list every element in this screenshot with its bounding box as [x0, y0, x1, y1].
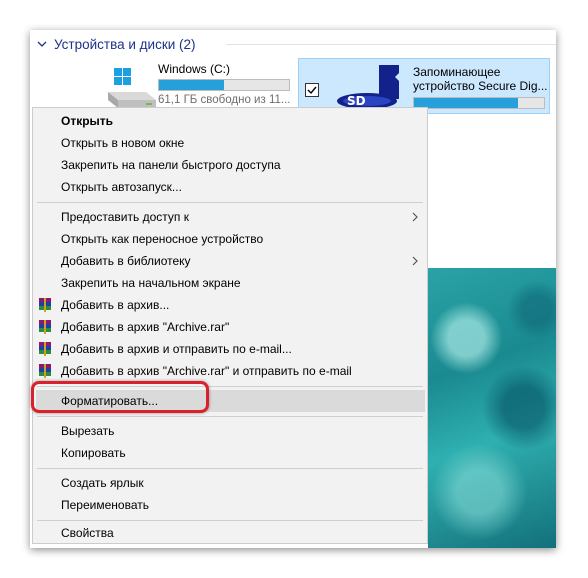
format-highlight-ring	[31, 381, 209, 413]
svg-text:SD: SD	[347, 94, 366, 108]
menu-item-label: Копировать	[61, 446, 126, 460]
drive-c-usage-fill	[159, 80, 224, 90]
drive-sd[interactable]: SD Запоминающее устройство Secure Dig...	[298, 58, 550, 114]
menu-item-label: Открыть автозапуск...	[61, 180, 182, 194]
chevron-down-icon	[37, 41, 47, 47]
hard-drive-icon	[108, 68, 156, 108]
menu-separator	[37, 468, 423, 469]
menu-item-label: Добавить в архив "Archive.rar"	[61, 320, 230, 334]
menu-item-rar-add[interactable]: Добавить в архив...	[33, 294, 427, 316]
menu-item-rar-add-named-email[interactable]: Добавить в архив "Archive.rar" и отправи…	[33, 360, 427, 382]
menu-separator	[37, 416, 423, 417]
sd-card-icon: SD	[337, 65, 399, 109]
drive-c-name: Windows (C:)	[158, 62, 231, 76]
menu-item-label: Переименовать	[61, 498, 149, 512]
menu-item-label: Добавить в архив "Archive.rar" и отправи…	[61, 364, 352, 378]
winrar-icon	[39, 364, 51, 378]
group-title: Устройства и диски (2)	[54, 36, 196, 52]
menu-item-copy[interactable]: Копировать	[33, 442, 427, 464]
menu-item-label: Свойства	[61, 526, 114, 540]
context-menu: Открыть Открыть в новом окне Закрепить н…	[32, 107, 428, 544]
menu-item-autoplay[interactable]: Открыть автозапуск...	[33, 176, 427, 198]
winrar-icon	[39, 342, 51, 356]
menu-item-label: Закрепить на начальном экране	[61, 276, 241, 290]
group-divider	[226, 44, 556, 45]
winrar-icon	[39, 298, 51, 312]
winrar-icon	[39, 320, 51, 334]
menu-item-label: Вырезать	[61, 424, 115, 438]
menu-item-pin-quick-access[interactable]: Закрепить на панели быстрого доступа	[33, 154, 427, 176]
drive-sd-usage-fill	[414, 98, 518, 108]
menu-item-label: Предоставить доступ к	[61, 210, 189, 224]
checkmark-icon	[307, 86, 317, 95]
chevron-right-icon	[412, 212, 418, 222]
chevron-right-icon	[412, 256, 418, 266]
menu-item-label: Добавить в библиотеку	[61, 254, 191, 268]
drive-c-free-space: 61,1 ГБ свободно из 11...	[158, 94, 291, 106]
menu-item-create-shortcut[interactable]: Создать ярлык	[33, 472, 427, 494]
explorer-window: Устройства и диски (2) Windows (C:) 61,1…	[30, 30, 556, 548]
menu-item-label: Закрепить на панели быстрого доступа	[61, 158, 281, 172]
menu-item-label: Добавить в архив...	[61, 298, 170, 312]
selection-checkbox[interactable]	[305, 83, 319, 97]
menu-item-label: Создать ярлык	[61, 476, 144, 490]
menu-item-properties[interactable]: Свойства	[33, 522, 427, 544]
menu-item-share[interactable]: Предоставить доступ к	[33, 206, 427, 228]
desktop-wallpaper	[428, 268, 556, 548]
menu-item-open-portable[interactable]: Открыть как переносное устройство	[33, 228, 427, 250]
menu-item-rar-add-named[interactable]: Добавить в архив "Archive.rar"	[33, 316, 427, 338]
menu-item-label: Открыть в новом окне	[61, 136, 185, 150]
menu-item-add-to-library[interactable]: Добавить в библиотеку	[33, 250, 427, 272]
menu-item-rar-add-email[interactable]: Добавить в архив и отправить по e-mail..…	[33, 338, 427, 360]
menu-item-open-new-window[interactable]: Открыть в новом окне	[33, 132, 427, 154]
drive-c-usage-bar	[158, 79, 290, 91]
devices-group-header[interactable]: Устройства и диски (2)	[36, 34, 196, 54]
drive-sd-name: Запоминающее устройство Secure Dig...	[413, 65, 548, 93]
menu-item-label: Открыть как переносное устройство	[61, 232, 264, 246]
menu-item-open[interactable]: Открыть	[33, 110, 427, 132]
menu-item-label: Открыть	[61, 114, 114, 128]
drive-c[interactable]: Windows (C:) 61,1 ГБ свободно из 11...	[102, 60, 302, 110]
menu-separator	[37, 520, 423, 521]
menu-item-pin-start[interactable]: Закрепить на начальном экране	[33, 272, 427, 294]
menu-item-label: Добавить в архив и отправить по e-mail..…	[61, 342, 292, 356]
drive-sd-usage-bar	[413, 97, 545, 109]
menu-separator	[37, 202, 423, 203]
menu-item-cut[interactable]: Вырезать	[33, 420, 427, 442]
menu-item-rename[interactable]: Переименовать	[33, 494, 427, 516]
